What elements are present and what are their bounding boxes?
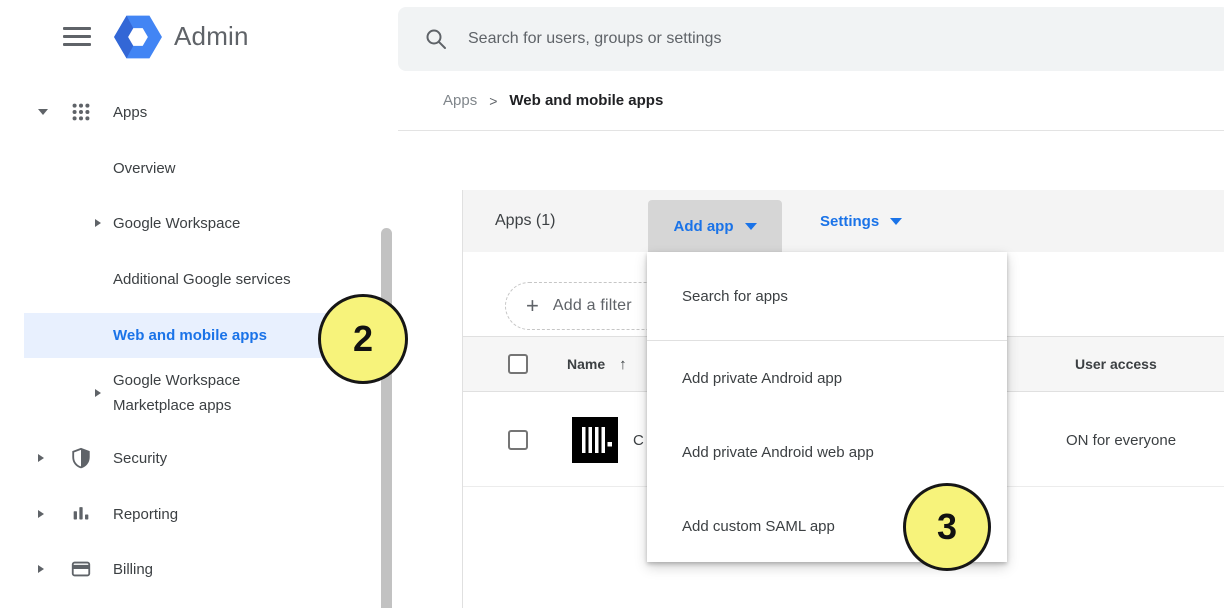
admin-console-screen: Admin Apps Overview Google Workspace	[0, 0, 1224, 608]
sidebar-item-apps[interactable]: Apps	[0, 84, 381, 140]
plus-icon: +	[526, 295, 539, 317]
credit-card-icon	[69, 557, 93, 581]
sidebar-item-label: Additional Google services	[113, 271, 291, 288]
breadcrumb: Apps > Web and mobile apps	[443, 92, 663, 109]
annotation-step-2: 2	[318, 294, 408, 384]
column-header-name[interactable]: Name ↑	[567, 337, 627, 391]
shield-icon	[69, 446, 93, 470]
sidebar-scrollbar[interactable]	[381, 228, 392, 608]
dropdown-arrow-icon	[890, 218, 902, 225]
search-input[interactable]	[468, 30, 1108, 48]
dropdown-arrow-icon	[745, 223, 757, 230]
sidebar-item-billing[interactable]: Billing	[0, 541, 381, 597]
sidebar-item-google-workspace[interactable]: Google Workspace	[0, 195, 381, 251]
add-filter-label: Add a filter	[553, 297, 632, 315]
chevron-right-icon[interactable]	[38, 510, 44, 518]
sidebar-item-label: Security	[113, 450, 167, 467]
chevron-right-icon[interactable]	[95, 389, 101, 397]
settings-label: Settings	[820, 213, 879, 230]
breadcrumb-separator-icon: >	[489, 93, 497, 109]
sidebar-item-reporting[interactable]: Reporting	[0, 486, 381, 542]
sidebar-item-label: Reporting	[113, 506, 178, 523]
app-name-cell: C	[633, 393, 644, 487]
add-app-button[interactable]: Add app	[648, 200, 782, 252]
sidebar-item-label: Billing	[113, 561, 153, 578]
breadcrumb-apps-link[interactable]: Apps	[443, 92, 477, 109]
sidebar-item-label: Apps	[113, 104, 147, 121]
admin-logo-icon	[112, 12, 164, 67]
select-all-checkbox[interactable]	[508, 354, 528, 374]
sidebar-item-label: Overview	[113, 160, 176, 177]
header-divider	[398, 130, 1224, 131]
page-title: Admin	[174, 21, 249, 52]
breadcrumb-current: Web and mobile apps	[509, 92, 663, 109]
sort-ascending-icon[interactable]: ↑	[619, 356, 627, 373]
app-logo-icon	[572, 417, 618, 468]
chevron-right-icon[interactable]	[38, 565, 44, 573]
chevron-down-icon[interactable]	[38, 109, 48, 115]
sidebar-item-label: Web and mobile apps	[113, 327, 267, 344]
apps-count-label: Apps (1)	[495, 190, 555, 252]
bar-chart-icon	[69, 502, 93, 526]
chevron-right-icon[interactable]	[38, 454, 44, 462]
search-icon	[424, 27, 448, 51]
sidebar-item-label: Google Workspace Marketplace apps	[113, 368, 293, 418]
row-checkbox[interactable]	[508, 430, 528, 450]
menu-item-add-private-android-app[interactable]: Add private Android app	[647, 341, 1007, 415]
hamburger-menu-icon[interactable]	[63, 27, 91, 47]
menu-item-search-for-apps[interactable]: Search for apps	[647, 252, 1007, 340]
user-access-cell: ON for everyone	[1066, 393, 1176, 487]
add-app-label: Add app	[674, 218, 734, 235]
sidebar-item-overview[interactable]: Overview	[0, 140, 381, 196]
search-bar[interactable]	[398, 7, 1224, 71]
apps-toolbar: Apps (1) Add app Settings	[463, 190, 1224, 252]
sidebar-item-additional-google-services[interactable]: Additional Google services	[0, 251, 381, 307]
menu-item-add-private-android-web-app[interactable]: Add private Android web app	[647, 415, 1007, 489]
sidebar-item-label: Google Workspace	[113, 215, 240, 232]
sidebar-item-gw-marketplace-apps[interactable]: Google Workspace Marketplace apps	[0, 367, 381, 419]
apps-grid-icon	[69, 100, 93, 124]
sidebar-item-security[interactable]: Security	[0, 430, 381, 486]
column-header-user-access[interactable]: User access	[1075, 337, 1157, 391]
settings-button[interactable]: Settings	[820, 190, 902, 252]
chevron-right-icon[interactable]	[95, 219, 101, 227]
annotation-step-3: 3	[903, 483, 991, 571]
